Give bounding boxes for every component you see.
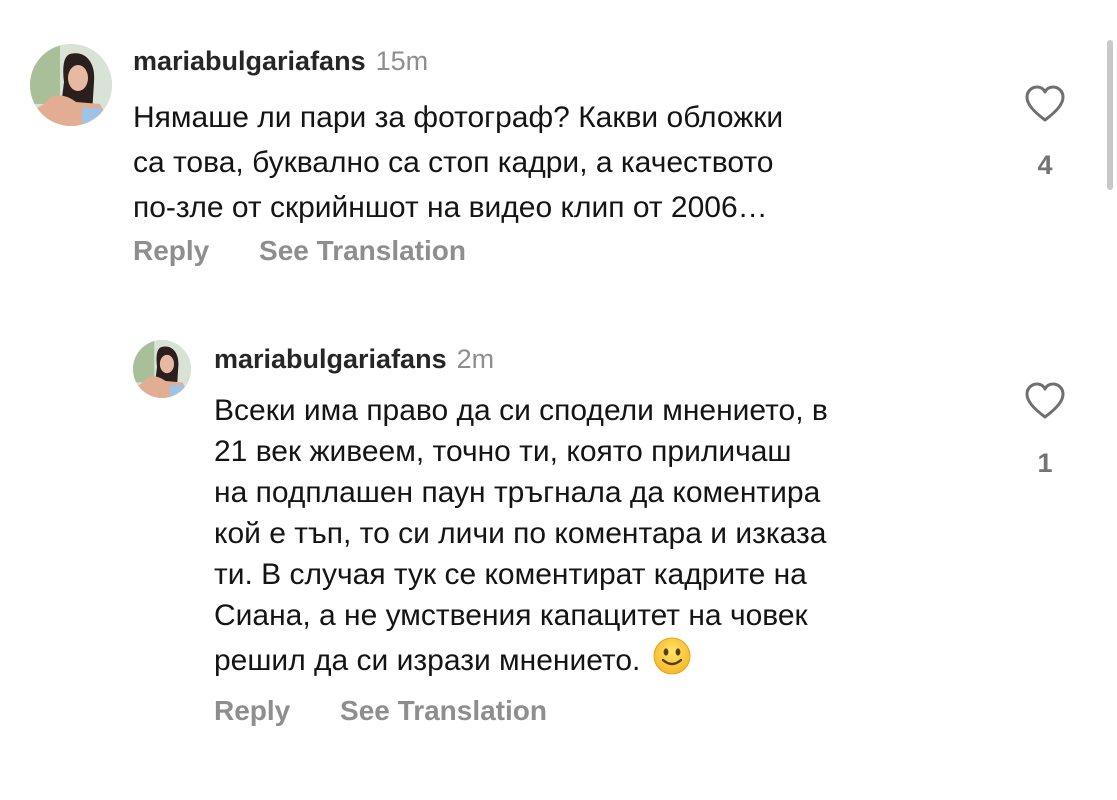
reply-button[interactable]: Reply	[214, 695, 290, 727]
comment-text-line: ти. В случая тук се коментират кадрите н…	[214, 558, 807, 591]
like-count: 1	[1037, 448, 1053, 478]
see-translation-button[interactable]: See Translation	[340, 695, 547, 727]
comment-timestamp: 15m	[375, 46, 429, 76]
comment-text-line: 21 век живеем, точно ти, която приличаш	[214, 435, 792, 468]
reply-button[interactable]: Reply	[133, 235, 209, 267]
comment-timestamp: 2m	[456, 344, 495, 374]
see-translation-button[interactable]: See Translation	[259, 235, 466, 267]
comment-text: Нямаше ли пари за фотограф? Какви обложк…	[133, 95, 783, 230]
heart-outline-icon[interactable]	[1024, 85, 1066, 123]
comment-text-line: Нямаше ли пари за фотограф? Какви обложк…	[133, 101, 784, 134]
comment-username[interactable]: mariabulgariafans 15m	[133, 46, 428, 77]
comment-text-line: по-зле от скрийншот на видео клип от 200…	[133, 191, 768, 224]
slightly-smiling-face-emoji	[653, 637, 691, 675]
heart-outline-icon[interactable]	[1024, 382, 1066, 420]
avatar-photo	[30, 44, 112, 126]
comment-actions: Reply See Translation	[133, 235, 466, 267]
like-count: 4	[1037, 150, 1053, 180]
avatar[interactable]	[133, 340, 191, 398]
comment-actions: Reply See Translation	[214, 695, 547, 727]
avatar-photo	[133, 340, 191, 398]
comment-text: Всеки има право да си сподели мнението, …	[214, 390, 828, 677]
comment-username[interactable]: mariabulgariafans 2m	[214, 344, 494, 375]
scrollbar[interactable]	[1107, 40, 1113, 190]
comment-text-line: Всеки има право да си сподели мнението, …	[214, 394, 828, 427]
comment-text-line: на подплашен паун тръгнала да коментира	[214, 476, 821, 509]
comment-text-line: Сиана, а не умствения капацитет на човек	[214, 599, 808, 632]
comment-text-line: решил да си изрази мнението.	[214, 636, 828, 677]
comment-text-line: кой е тъп, то си личи по коментара и изк…	[214, 517, 827, 550]
avatar[interactable]	[30, 44, 112, 126]
comment-text-line-content: решил да си изрази мнението.	[214, 644, 641, 677]
comment-text-line: са това, буквално са стоп кадри, а качес…	[133, 146, 774, 179]
